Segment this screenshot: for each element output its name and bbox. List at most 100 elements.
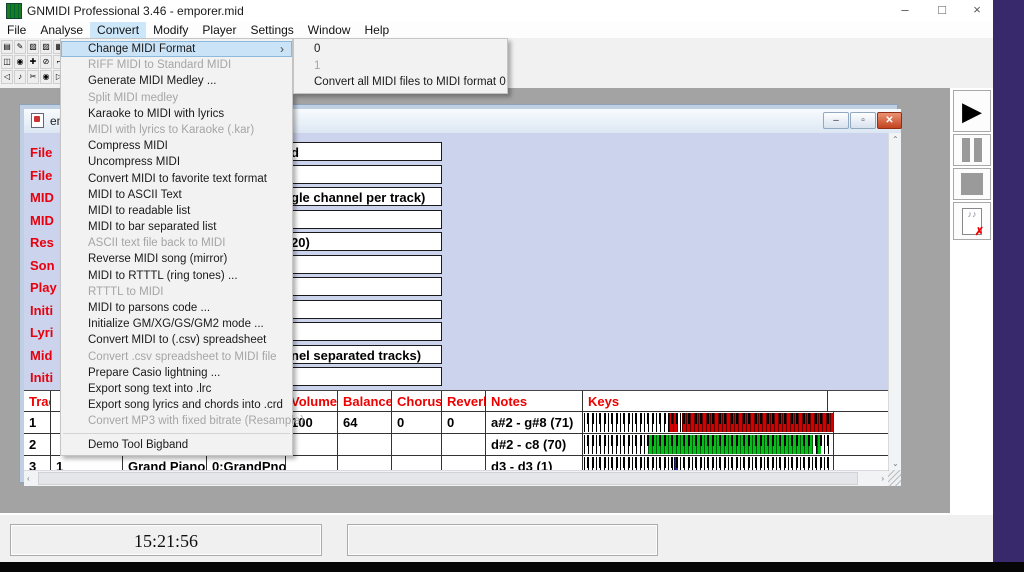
table-cell: 3 — [24, 456, 51, 470]
menubar-item[interactable]: Convert — [90, 22, 146, 38]
info-label: File — [30, 145, 52, 160]
menu-item[interactable]: MIDI to RTTTL (ring tones) ... — [61, 268, 292, 284]
menu-item[interactable]: Generate MIDI Medley ... — [61, 73, 292, 89]
menu-item[interactable]: Convert MIDI to favorite text format — [61, 171, 292, 187]
menubar-item[interactable]: Analyse — [33, 22, 90, 38]
add-icon[interactable]: ✚ — [27, 55, 39, 69]
keys-keyboard — [583, 434, 834, 455]
menu-item[interactable]: Convert MIDI to (.csv) spreadsheet — [61, 332, 292, 348]
red-x-icon: ✗ — [975, 227, 984, 238]
keys-keyboard — [583, 412, 834, 433]
speaker-icon[interactable]: ◁ — [1, 70, 13, 84]
table-cell: 2 — [24, 434, 51, 455]
window-icon[interactable]: ◫ — [1, 55, 13, 69]
close-button[interactable]: × — [961, 0, 993, 22]
menu-item[interactable]: MIDI to bar separated list — [61, 219, 292, 235]
app-logo-icon — [6, 3, 22, 19]
open-folder-2-icon[interactable]: ▨ — [40, 40, 52, 54]
play-button[interactable]: ▶ — [953, 90, 991, 132]
table-cell — [392, 434, 442, 455]
menubar-item[interactable]: Window — [301, 22, 358, 38]
scroll-left-icon[interactable]: ‹ — [27, 474, 30, 483]
submenu-item[interactable]: 0 — [294, 41, 507, 58]
menubar-item[interactable]: Modify — [146, 22, 195, 38]
menubar-item[interactable]: Help — [357, 22, 396, 38]
menu-item[interactable]: Initialize GM/XG/GS/GM2 mode ... — [61, 316, 292, 332]
table-cell: d#2 - c8 (70) — [486, 434, 583, 455]
table-cell: 64 — [338, 412, 392, 433]
stop-button[interactable] — [953, 168, 991, 200]
status-bar: 15:21:56 — [0, 513, 993, 562]
submenu-item[interactable]: Convert all MIDI files to MIDI format 0 — [294, 74, 507, 91]
table-row[interactable]: 31Grand Piano0:GrandPnod3 - d3 (1) — [24, 456, 888, 470]
table-cell: 0:GrandPno — [207, 456, 286, 470]
menu-item[interactable]: MIDI to ASCII Text — [61, 187, 292, 203]
menu-item[interactable]: RTTTL to MIDI — [61, 284, 292, 300]
open-folder-icon[interactable]: ▨ — [27, 40, 39, 54]
table-cell: d3 - d3 (1) — [486, 456, 583, 470]
title-bar: GNMIDI Professional 3.46 - emporer.mid –… — [0, 0, 993, 22]
menu-item[interactable]: MIDI to parsons code ... — [61, 300, 292, 316]
table-cell: Volume — [286, 391, 338, 411]
change-midi-format-submenu: 0 1 Convert all MIDI files to MIDI forma… — [293, 38, 508, 94]
menu-bar: File Analyse Convert Modify Player Setti… — [0, 22, 993, 38]
menu-item[interactable]: Karaoke to MIDI with lyrics — [61, 106, 292, 122]
table-cell — [442, 456, 486, 470]
table-cell: 0 — [442, 412, 486, 433]
menu-item[interactable]: Convert .csv spreadsheet to MIDI file — [61, 349, 292, 365]
child-close-button[interactable]: ✕ — [877, 112, 902, 129]
bell-icon[interactable]: ◉ — [14, 55, 26, 69]
clock-panel: 15:21:56 — [10, 524, 322, 556]
scrollbar-thumb[interactable] — [38, 472, 858, 485]
vertical-scrollbar[interactable]: ⌃ ⌄ — [888, 133, 901, 470]
table-cell — [286, 434, 338, 455]
child-minimize-button[interactable]: – — [823, 112, 849, 129]
menu-item[interactable]: Export song text into .lrc — [61, 381, 292, 397]
menu-item[interactable]: Demo Tool Bigband — [61, 437, 292, 453]
menu-item[interactable]: MIDI to readable list — [61, 203, 292, 219]
info-label: Initi — [30, 370, 53, 385]
info-label: Initi — [30, 303, 53, 318]
menu-item[interactable]: Prepare Casio lightning ... — [61, 365, 292, 381]
minimize-button[interactable]: – — [888, 0, 922, 22]
menu-item[interactable]: Uncompress MIDI — [61, 154, 292, 170]
menu-item[interactable]: RIFF MIDI to Standard MIDI — [61, 57, 292, 73]
menu-item[interactable]: Export song lyrics and chords into .crd — [61, 397, 292, 413]
scroll-up-icon[interactable]: ⌃ — [892, 135, 899, 144]
pause-button[interactable] — [953, 134, 991, 166]
record-icon[interactable]: ◉ — [40, 70, 52, 84]
edit-pen-icon[interactable]: ✎ — [14, 40, 26, 54]
note-icon[interactable]: ♪ — [14, 70, 26, 84]
copy-icon[interactable]: ▤ — [1, 40, 13, 54]
info-label: MID — [30, 190, 54, 205]
info-label: Lyri — [30, 325, 53, 340]
menu-item[interactable]: Compress MIDI — [61, 138, 292, 154]
menu-item[interactable]: Reverse MIDI song (mirror) — [61, 251, 292, 267]
menu-item[interactable]: MIDI with lyrics to Karaoke (.kar) — [61, 122, 292, 138]
table-cell: Keys — [583, 391, 828, 411]
menu-item[interactable]: Change MIDI Format — [61, 41, 292, 57]
midi-document-icon: ♪♪ ✗ — [962, 208, 982, 235]
menu-item[interactable]: ASCII text file back to MIDI — [61, 235, 292, 251]
desktop-background — [993, 0, 1024, 562]
menubar-item[interactable]: Settings — [243, 22, 300, 38]
remove-midi-button[interactable]: ♪♪ ✗ — [953, 202, 991, 240]
menu-item[interactable]: Convert MP3 with fixed bitrate (Resample… — [61, 413, 292, 429]
menubar-item[interactable]: File — [0, 22, 33, 38]
no-entry-icon[interactable]: ⊘ — [40, 55, 52, 69]
child-maximize-button[interactable]: ▫ — [850, 112, 876, 129]
horizontal-scrollbar[interactable]: ‹ › — [24, 470, 888, 486]
maximize-button[interactable]: □ — [925, 0, 959, 22]
menu-item[interactable]: Split MIDI medley — [61, 90, 292, 106]
resize-grip[interactable] — [888, 470, 901, 486]
scroll-right-icon[interactable]: › — [881, 474, 884, 483]
scroll-down-icon[interactable]: ⌄ — [892, 459, 899, 468]
table-cell — [286, 456, 338, 470]
submenu-item[interactable]: 1 — [294, 58, 507, 75]
table-cell: Notes — [486, 391, 583, 411]
info-label: Play — [30, 280, 57, 295]
window-title: GNMIDI Professional 3.46 - emporer.mid — [27, 4, 244, 18]
taskbar — [0, 562, 1024, 572]
menubar-item[interactable]: Player — [195, 22, 243, 38]
cut-icon[interactable]: ✂ — [27, 70, 39, 84]
